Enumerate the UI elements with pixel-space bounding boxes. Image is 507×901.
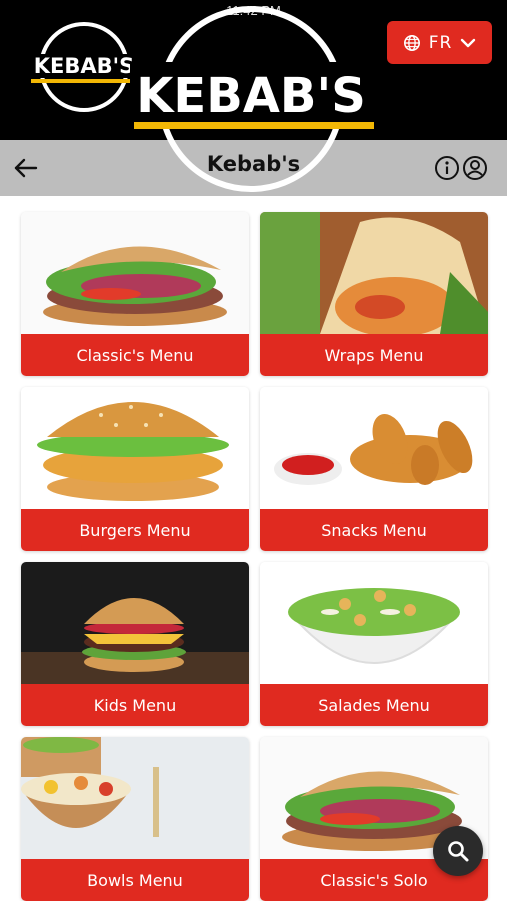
menu-card-bowls[interactable]: Bowls Menu [21, 737, 249, 901]
menu-card-burgers[interactable]: Burgers Menu [21, 387, 249, 551]
chicken-wrap-image [260, 212, 488, 334]
menu-card-salades[interactable]: Salades Menu [260, 562, 488, 726]
menu-grid: Classic's Menu Wraps Menu Burgers Menu S… [21, 212, 488, 901]
search-icon [448, 841, 469, 862]
menu-card-label: Snacks Menu [260, 509, 488, 551]
menu-card-label: Burgers Menu [21, 509, 249, 551]
chicken-tenders-image [260, 387, 488, 509]
menu-card-label: Kids Menu [21, 684, 249, 726]
menu-card-label: Classic's Menu [21, 334, 249, 376]
menu-card-classics[interactable]: Classic's Menu [21, 212, 249, 376]
menu-card-kids[interactable]: Kids Menu [21, 562, 249, 726]
cheeseburger-image [21, 562, 249, 684]
globe-icon [403, 34, 420, 51]
chicken-burger-image [21, 387, 249, 509]
salad-bowl-image [260, 562, 488, 684]
language-selector[interactable]: FR [387, 21, 492, 64]
menu-card-classics-solo[interactable]: Classic's Solo [260, 737, 488, 901]
menu-card-label: Bowls Menu [21, 859, 249, 901]
rice-bowl-image [21, 737, 249, 859]
language-code: FR [428, 32, 453, 53]
menu-card-label: Salades Menu [260, 684, 488, 726]
menu-card-snacks[interactable]: Snacks Menu [260, 387, 488, 551]
search-button[interactable] [433, 826, 483, 876]
big-logo-text: KEBAB'S [136, 68, 366, 124]
chevron-down-icon [461, 38, 476, 47]
page-title: Kebab's [206, 152, 301, 176]
small-logo-text: KEBAB'S [34, 54, 134, 78]
menu-card-wraps[interactable]: Wraps Menu [260, 212, 488, 376]
menu-card-label: Wraps Menu [260, 334, 488, 376]
small-logo: KEBAB'S [25, 22, 143, 112]
kebab-sandwich-image [21, 212, 249, 334]
